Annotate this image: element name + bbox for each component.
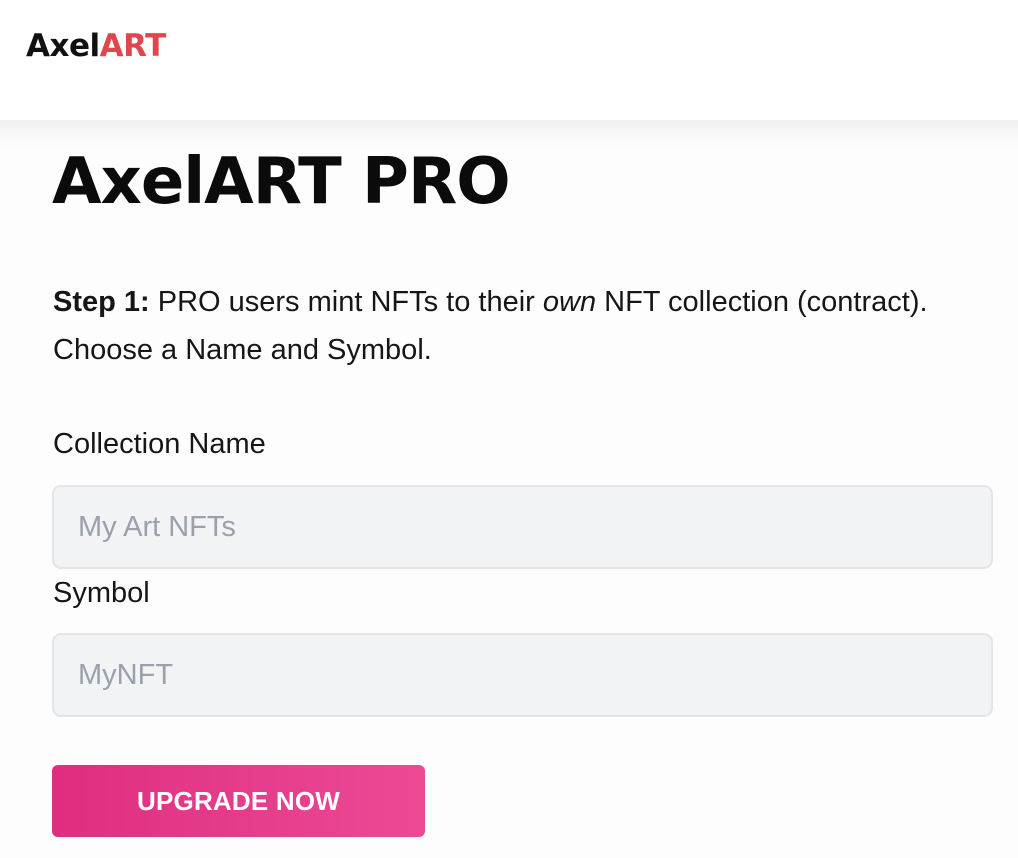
logo-text-art: ART <box>99 28 167 64</box>
page-title: AxelART PRO <box>52 145 511 219</box>
collection-name-label: Collection Name <box>53 428 266 460</box>
intro-emphasis: own <box>542 286 597 318</box>
step-label: Step 1: <box>53 286 150 318</box>
brand-logo[interactable]: AxelART <box>26 24 166 68</box>
intro-text-1: PRO users mint NFTs to their <box>149 286 543 318</box>
symbol-input[interactable] <box>52 633 993 717</box>
logo-text-axel: Axel <box>26 28 100 64</box>
top-navbar: AxelART <box>0 0 1018 120</box>
symbol-label: Symbol <box>53 577 150 609</box>
upgrade-now-button[interactable]: UPGRADE NOW <box>52 765 425 837</box>
step-instructions: Step 1: PRO users mint NFTs to their own… <box>53 278 953 374</box>
collection-name-input[interactable] <box>52 485 993 569</box>
